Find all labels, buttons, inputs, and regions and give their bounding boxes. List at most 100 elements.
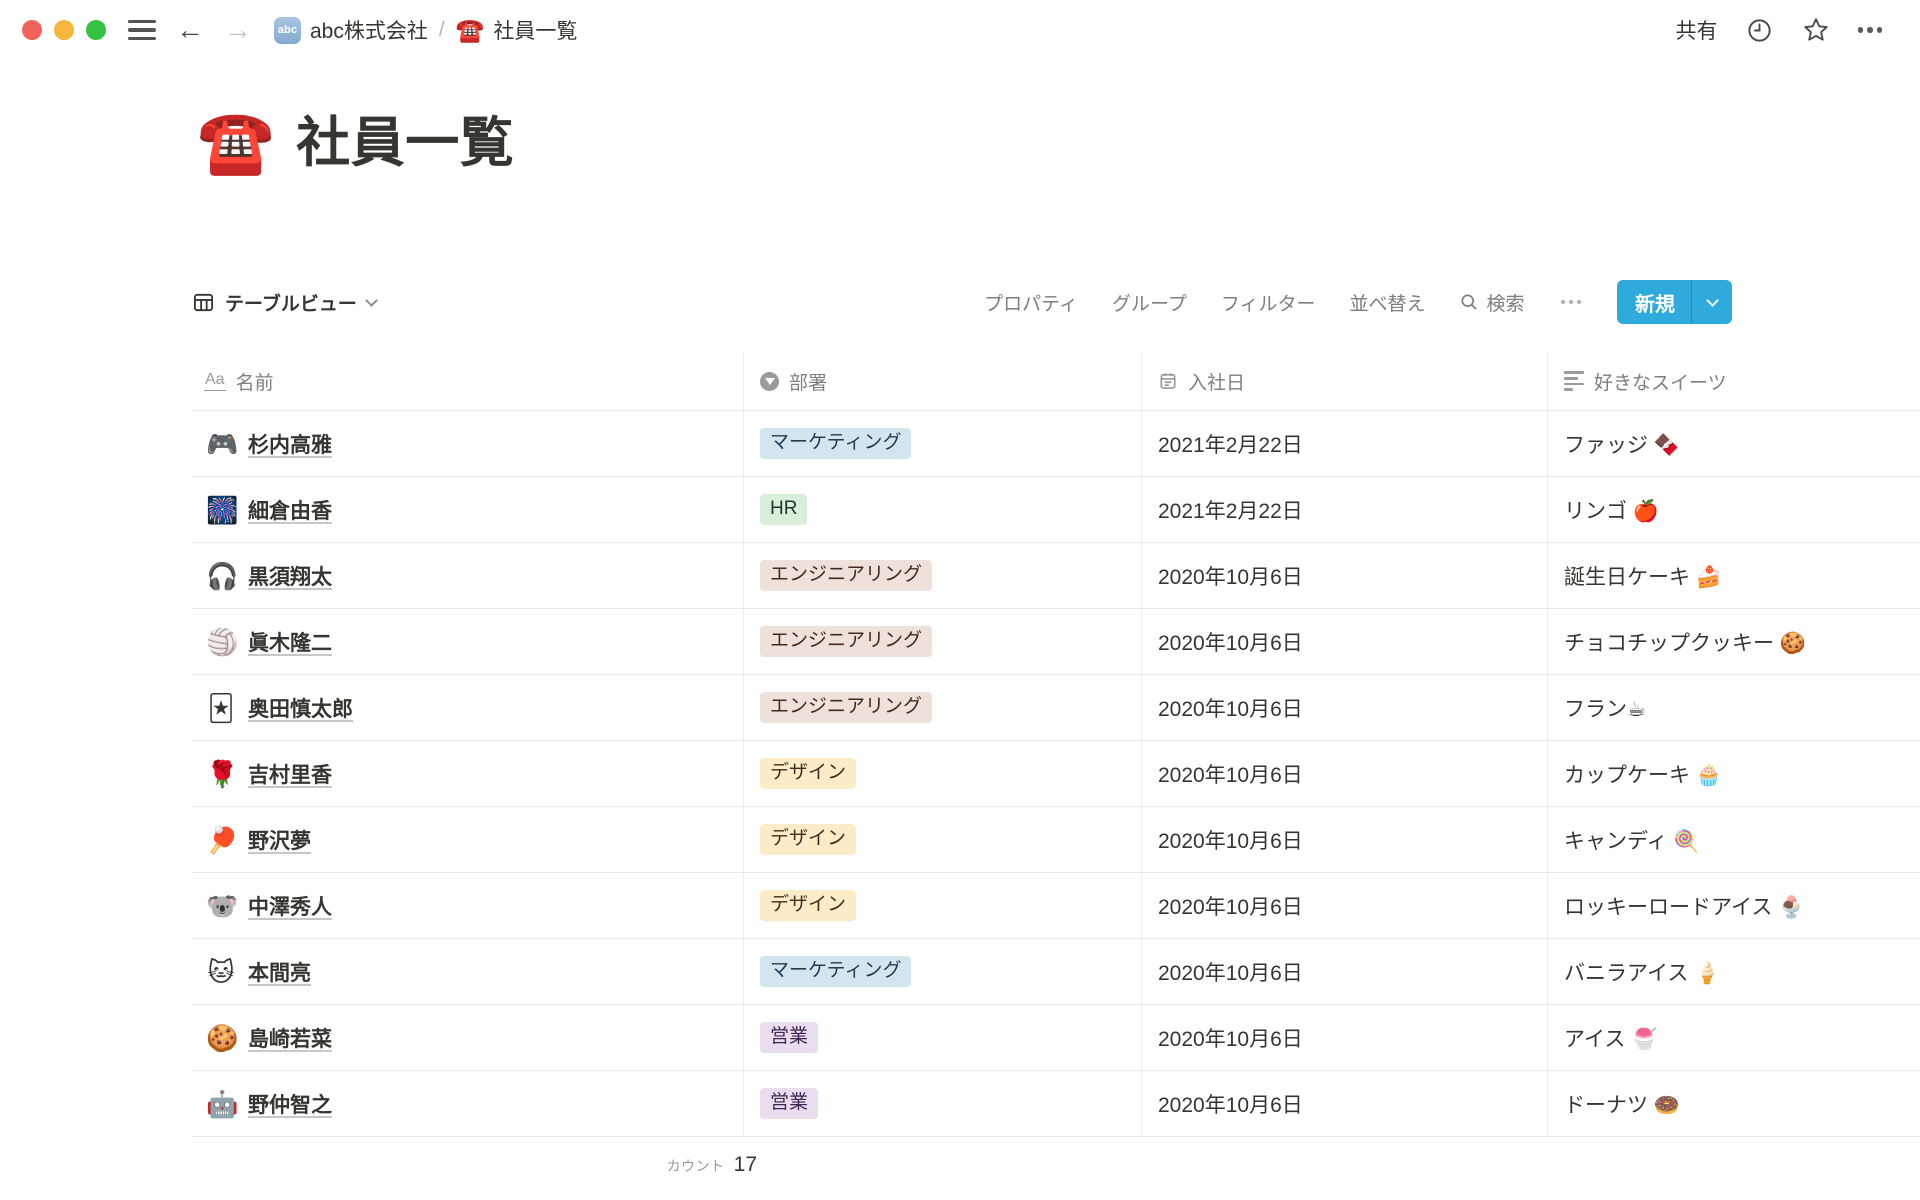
department-cell[interactable]: 営業 (744, 1071, 1142, 1136)
favorite-star-icon[interactable] (1802, 16, 1830, 44)
sort-button[interactable]: 並べ替え (1349, 289, 1425, 316)
join-date-cell[interactable]: 2020年10月6日 (1142, 609, 1548, 674)
breadcrumb-workspace[interactable]: abc株式会社 (310, 15, 428, 45)
column-header-favorite-sweet[interactable]: 好きなスイーツ (1548, 352, 1920, 410)
column-header-join-date[interactable]: 入社日 (1142, 352, 1548, 410)
name-cell[interactable]: 🍪 島崎若菜 (192, 1005, 744, 1070)
department-cell[interactable]: エンジニアリング (744, 675, 1142, 740)
table-row[interactable]: 🎧 黒須翔太 エンジニアリング 2020年10月6日 誕生日ケーキ 🍰 (192, 543, 1920, 609)
favorite-sweet-cell[interactable]: バニラアイス 🍦 (1548, 939, 1920, 1004)
new-button-caret[interactable] (1692, 280, 1732, 324)
name-cell[interactable]: 🏐 眞木隆二 (192, 609, 744, 674)
row-page-link[interactable]: 細倉由香 (248, 495, 332, 525)
join-date-cell[interactable]: 2020年10月6日 (1142, 741, 1548, 806)
table-row[interactable]: 🐨 中澤秀人 デザイン 2020年10月6日 ロッキーロードアイス 🍨 (192, 873, 1920, 939)
table-row[interactable]: 🍪 島崎若菜 営業 2020年10月6日 アイス 🍧 (192, 1005, 1920, 1071)
table-row[interactable]: 🃏 奥田慎太郎 エンジニアリング 2020年10月6日 フラン☕ (192, 675, 1920, 741)
table-row[interactable]: 🐱 本間亮 マーケティング 2020年10月6日 バニラアイス 🍦 (192, 939, 1920, 1005)
department-cell[interactable]: デザイン (744, 741, 1142, 806)
row-page-emoji: 🍪 (206, 1025, 236, 1051)
zoom-window-button[interactable] (86, 20, 106, 40)
join-date-cell[interactable]: 2020年10月6日 (1142, 939, 1548, 1004)
more-options-icon[interactable] (1858, 27, 1883, 33)
join-date-cell[interactable]: 2020年10月6日 (1142, 1005, 1548, 1070)
favorite-sweet-cell[interactable]: ロッキーロードアイス 🍨 (1548, 873, 1920, 938)
department-cell[interactable]: HR (744, 477, 1142, 542)
row-page-link[interactable]: 野仲智之 (248, 1089, 332, 1119)
column-header-name[interactable]: Aa 名前 (192, 352, 744, 410)
view-more-icon[interactable] (1559, 300, 1584, 305)
new-button[interactable]: 新規 (1617, 280, 1732, 324)
view-switcher[interactable]: テーブルビュー (192, 289, 376, 316)
name-cell[interactable]: 🤖 野仲智之 (192, 1071, 744, 1136)
name-cell[interactable]: 🎆 細倉由香 (192, 477, 744, 542)
favorite-sweet-cell[interactable]: キャンディ 🍭 (1548, 807, 1920, 872)
filter-button[interactable]: フィルター (1221, 289, 1316, 316)
table-row[interactable]: 🎆 細倉由香 HR 2021年2月22日 リンゴ 🍎 (192, 477, 1920, 543)
minimize-window-button[interactable] (54, 20, 74, 40)
name-cell[interactable]: 🃏 奥田慎太郎 (192, 675, 744, 740)
table-row[interactable]: 🌹 吉村里香 デザイン 2020年10月6日 カップケーキ 🧁 (192, 741, 1920, 807)
join-date-cell[interactable]: 2020年10月6日 (1142, 543, 1548, 608)
table-row[interactable]: 🏐 眞木隆二 エンジニアリング 2020年10月6日 チョコチップクッキー 🍪 (192, 609, 1920, 675)
department-cell[interactable]: マーケティング (744, 411, 1142, 476)
page-phone-emoji[interactable]: ☎️ (197, 112, 274, 174)
favorite-sweet-cell[interactable]: チョコチップクッキー 🍪 (1548, 609, 1920, 674)
name-cell[interactable]: 🎧 黒須翔太 (192, 543, 744, 608)
table-row[interactable]: 🎮 杉内高雅 マーケティング 2021年2月22日 ファッジ 🍫 (192, 411, 1920, 477)
table-footer-count[interactable]: カウント 17 (192, 1137, 757, 1177)
name-cell[interactable]: 🐱 本間亮 (192, 939, 744, 1004)
department-cell[interactable]: マーケティング (744, 939, 1142, 1004)
join-date-cell[interactable]: 2021年2月22日 (1142, 411, 1548, 476)
title-property-icon: Aa (204, 371, 226, 390)
count-value: 17 (734, 1153, 757, 1177)
favorite-sweet-cell[interactable]: 誕生日ケーキ 🍰 (1548, 543, 1920, 608)
favorite-sweet-cell[interactable]: ファッジ 🍫 (1548, 411, 1920, 476)
name-cell[interactable]: 🏓 野沢夢 (192, 807, 744, 872)
favorite-sweet-cell[interactable]: アイス 🍧 (1548, 1005, 1920, 1070)
favorite-sweet-cell[interactable]: リンゴ 🍎 (1548, 477, 1920, 542)
join-date-cell[interactable]: 2021年2月22日 (1142, 477, 1548, 542)
row-page-link[interactable]: 中澤秀人 (248, 891, 332, 921)
row-page-link[interactable]: 杉内高雅 (248, 429, 332, 459)
table-row[interactable]: 🏓 野沢夢 デザイン 2020年10月6日 キャンディ 🍭 (192, 807, 1920, 873)
favorite-sweet-cell[interactable]: ドーナツ 🍩 (1548, 1071, 1920, 1136)
back-arrow-icon[interactable]: ← (176, 16, 204, 44)
row-page-link[interactable]: 黒須翔太 (248, 561, 332, 591)
close-window-button[interactable] (22, 20, 42, 40)
department-tag: 営業 (760, 1088, 818, 1120)
sidebar-toggle-icon[interactable] (128, 20, 156, 40)
row-page-link[interactable]: 吉村里香 (248, 759, 332, 789)
history-clock-icon[interactable] (1746, 16, 1774, 44)
department-cell[interactable]: デザイン (744, 873, 1142, 938)
department-cell[interactable]: エンジニアリング (744, 609, 1142, 674)
department-cell[interactable]: エンジニアリング (744, 543, 1142, 608)
new-button-label[interactable]: 新規 (1617, 280, 1691, 324)
row-page-link[interactable]: 眞木隆二 (248, 627, 332, 657)
join-date-cell[interactable]: 2020年10月6日 (1142, 873, 1548, 938)
department-cell[interactable]: デザイン (744, 807, 1142, 872)
favorite-sweet-cell[interactable]: カップケーキ 🧁 (1548, 741, 1920, 806)
column-header-department[interactable]: 部署 (744, 352, 1142, 410)
page-title[interactable]: 社員一覧 (296, 112, 514, 174)
row-page-link[interactable]: 奥田慎太郎 (248, 693, 353, 723)
share-button[interactable]: 共有 (1676, 15, 1718, 45)
name-cell[interactable]: 🌹 吉村里香 (192, 741, 744, 806)
join-date-cell[interactable]: 2020年10月6日 (1142, 675, 1548, 740)
breadcrumb-page[interactable]: 社員一覧 (493, 15, 577, 45)
join-date-cell[interactable]: 2020年10月6日 (1142, 807, 1548, 872)
join-date-cell[interactable]: 2020年10月6日 (1142, 1071, 1548, 1136)
department-cell[interactable]: 営業 (744, 1005, 1142, 1070)
properties-button[interactable]: プロパティ (984, 289, 1078, 316)
workspace-abc-icon[interactable]: abc (274, 17, 301, 44)
name-cell[interactable]: 🐨 中澤秀人 (192, 873, 744, 938)
row-page-link[interactable]: 本間亮 (248, 957, 311, 987)
favorite-sweet-cell[interactable]: フラン☕ (1548, 675, 1920, 740)
search-button[interactable]: 検索 (1459, 289, 1524, 316)
table-row[interactable]: 🤖 野仲智之 営業 2020年10月6日 ドーナツ 🍩 (192, 1071, 1920, 1137)
group-button[interactable]: グループ (1112, 289, 1187, 316)
row-page-emoji: 🏐 (206, 629, 236, 655)
row-page-link[interactable]: 島崎若菜 (248, 1023, 332, 1053)
row-page-link[interactable]: 野沢夢 (248, 825, 311, 855)
name-cell[interactable]: 🎮 杉内高雅 (192, 411, 744, 476)
